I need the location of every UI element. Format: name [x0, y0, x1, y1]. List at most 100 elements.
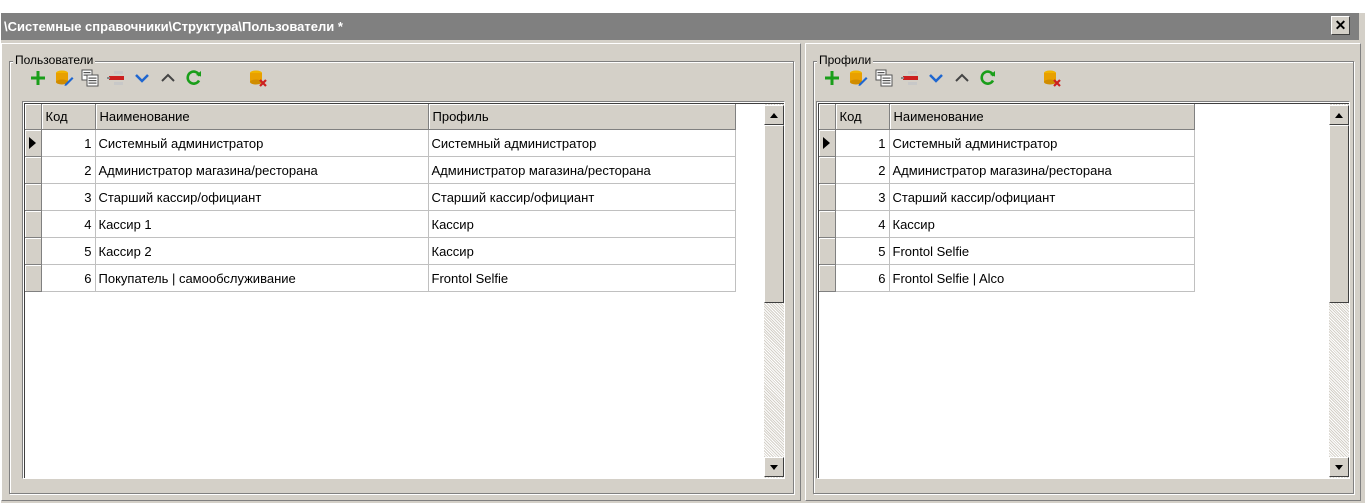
scroll-down-button[interactable] — [764, 457, 784, 477]
edit-user-button[interactable] — [51, 65, 77, 91]
cell-profile[interactable]: Администратор магазина/ресторана — [428, 156, 736, 184]
cell-name[interactable]: Системный администратор — [95, 129, 429, 157]
column-header-name[interactable]: Наименование — [95, 104, 429, 130]
cell-code[interactable]: 3 — [835, 183, 890, 211]
profiles-vertical-scrollbar[interactable] — [1329, 104, 1349, 478]
row-indicator[interactable] — [819, 237, 836, 265]
close-button[interactable]: ✕ — [1331, 16, 1350, 35]
cell-code[interactable]: 4 — [835, 210, 890, 238]
row-indicator[interactable] — [25, 210, 42, 238]
table-row[interactable]: 1 Системный администратор — [819, 129, 1195, 157]
refresh-icon — [186, 70, 201, 85]
row-indicator[interactable] — [819, 264, 836, 292]
delete-user-button[interactable] — [103, 65, 129, 91]
row-indicator-header — [819, 104, 836, 130]
add-user-button[interactable] — [25, 65, 51, 91]
cell-name[interactable]: Системный администратор — [889, 129, 1195, 157]
move-up-button[interactable] — [155, 65, 181, 91]
window-titlebar: \Системные справочники\Структура\Пользов… — [1, 13, 1359, 40]
row-indicator[interactable] — [25, 264, 42, 292]
move-up-button[interactable] — [949, 65, 975, 91]
scroll-up-button[interactable] — [1329, 105, 1349, 125]
cell-name[interactable]: Администратор магазина/ресторана — [889, 156, 1195, 184]
row-indicator[interactable] — [819, 183, 836, 211]
cell-name[interactable]: Старший кассир/официант — [889, 183, 1195, 211]
add-icon — [31, 71, 45, 85]
users-window: \Системные справочники\Структура\Пользов… — [0, 12, 1365, 503]
row-indicator[interactable] — [25, 183, 42, 211]
cell-code[interactable]: 6 — [835, 264, 890, 292]
copy-profile-button[interactable] — [871, 65, 897, 91]
refresh-button[interactable] — [181, 65, 207, 91]
users-grid[interactable]: Код Наименование Профиль 1 Системный адм… — [22, 101, 785, 479]
move-down-icon — [929, 74, 943, 83]
cell-code[interactable]: 2 — [41, 156, 96, 184]
cell-name[interactable]: Кассир 2 — [95, 237, 429, 265]
table-row[interactable]: 5 Кассир 2 Кассир — [25, 237, 736, 265]
row-indicator[interactable] — [25, 129, 42, 157]
cell-name[interactable]: Кассир — [889, 210, 1195, 238]
move-up-icon — [161, 73, 175, 82]
cell-name[interactable]: Администратор магазина/ресторана — [95, 156, 429, 184]
clear-icon — [1044, 70, 1061, 87]
scroll-down-button[interactable] — [1329, 457, 1349, 477]
cell-profile[interactable]: Системный администратор — [428, 129, 736, 157]
cell-profile[interactable]: Кассир — [428, 237, 736, 265]
copy-user-button[interactable] — [77, 65, 103, 91]
table-row[interactable]: 6 Покупатель | самообслуживание Frontol … — [25, 264, 736, 292]
cell-code[interactable]: 5 — [835, 237, 890, 265]
column-header-profile[interactable]: Профиль — [428, 104, 736, 130]
edit-profile-button[interactable] — [845, 65, 871, 91]
column-header-code[interactable]: Код — [835, 104, 890, 130]
table-row[interactable]: 1 Системный администратор Системный адми… — [25, 129, 736, 157]
profiles-grid[interactable]: Код Наименование 1 Системный администрат… — [816, 101, 1350, 479]
cell-code[interactable]: 6 — [41, 264, 96, 292]
cell-profile[interactable]: Кассир — [428, 210, 736, 238]
add-profile-button[interactable] — [819, 65, 845, 91]
users-toolbar — [25, 65, 271, 91]
table-row[interactable]: 2 Администратор магазина/ресторана Админ… — [25, 156, 736, 184]
table-row[interactable]: 4 Кассир — [819, 210, 1195, 238]
row-indicator[interactable] — [819, 129, 836, 157]
cell-name[interactable]: Старший кассир/официант — [95, 183, 429, 211]
cell-profile[interactable]: Старший кассир/официант — [428, 183, 736, 211]
scroll-thumb[interactable] — [1329, 125, 1349, 303]
scroll-up-button[interactable] — [764, 105, 784, 125]
move-down-button[interactable] — [129, 65, 155, 91]
clear-button[interactable] — [245, 65, 271, 91]
delete-profile-button[interactable] — [897, 65, 923, 91]
cell-name[interactable]: Кассир 1 — [95, 210, 429, 238]
move-up-icon — [955, 73, 969, 82]
table-row[interactable]: 3 Старший кассир/официант Старший кассир… — [25, 183, 736, 211]
cell-name[interactable]: Frontol Selfie — [889, 237, 1195, 265]
cell-profile[interactable]: Frontol Selfie — [428, 264, 736, 292]
cell-code[interactable]: 5 — [41, 237, 96, 265]
clear-icon — [250, 70, 267, 87]
table-row[interactable]: 6 Frontol Selfie | Alco — [819, 264, 1195, 292]
row-indicator[interactable] — [25, 237, 42, 265]
cell-name[interactable]: Frontol Selfie | Alco — [889, 264, 1195, 292]
move-down-button[interactable] — [923, 65, 949, 91]
scroll-thumb[interactable] — [764, 125, 784, 303]
cell-code[interactable]: 3 — [41, 183, 96, 211]
cell-code[interactable]: 4 — [41, 210, 96, 238]
cell-name[interactable]: Покупатель | самообслуживание — [95, 264, 429, 292]
clear-button[interactable] — [1039, 65, 1065, 91]
profiles-table: Код Наименование 1 Системный администрат… — [819, 104, 1195, 292]
cell-code[interactable]: 1 — [41, 129, 96, 157]
table-row[interactable]: 4 Кассир 1 Кассир — [25, 210, 736, 238]
cell-code[interactable]: 1 — [835, 129, 890, 157]
refresh-button[interactable] — [975, 65, 1001, 91]
column-header-code[interactable]: Код — [41, 104, 96, 130]
cell-code[interactable]: 2 — [835, 156, 890, 184]
row-indicator[interactable] — [819, 210, 836, 238]
delete-icon — [107, 71, 124, 85]
column-header-name[interactable]: Наименование — [889, 104, 1195, 130]
table-row[interactable]: 3 Старший кассир/официант — [819, 183, 1195, 211]
row-indicator[interactable] — [25, 156, 42, 184]
table-row[interactable]: 2 Администратор магазина/ресторана — [819, 156, 1195, 184]
users-vertical-scrollbar[interactable] — [764, 104, 784, 478]
table-row[interactable]: 5 Frontol Selfie — [819, 237, 1195, 265]
add-icon — [825, 71, 839, 85]
row-indicator[interactable] — [819, 156, 836, 184]
